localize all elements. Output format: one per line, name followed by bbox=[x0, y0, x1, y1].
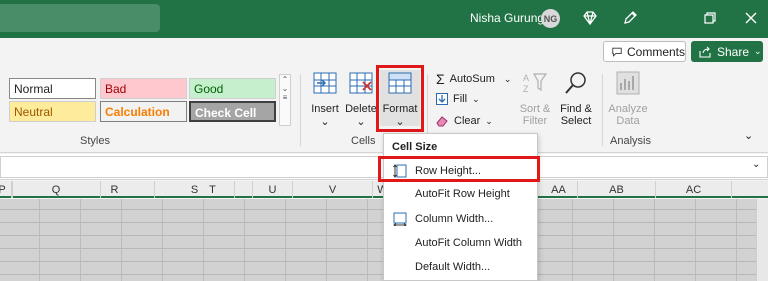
column-header[interactable]: T bbox=[173, 181, 253, 198]
insert-label: Insert bbox=[311, 103, 339, 115]
fill-label: Fill bbox=[453, 93, 468, 105]
fill-down-icon bbox=[436, 93, 448, 105]
menu-item-label: Default Width... bbox=[415, 261, 491, 273]
style-normal[interactable]: Normal bbox=[9, 78, 96, 99]
separator bbox=[300, 74, 301, 146]
pen-icon[interactable] bbox=[621, 9, 639, 27]
autosum-button[interactable]: Σ AutoSum ⌄ bbox=[436, 71, 511, 87]
column-header[interactable]: AB bbox=[578, 181, 656, 198]
diamond-icon[interactable] bbox=[581, 9, 599, 27]
style-calculation[interactable]: Calculation bbox=[100, 101, 187, 122]
sigma-icon: Σ bbox=[436, 71, 445, 87]
menu-section-header: Cell Size bbox=[392, 141, 438, 153]
title-bar: Nisha Gurung NG bbox=[0, 0, 768, 38]
column-header[interactable]: V bbox=[293, 181, 373, 198]
analyze-data-button[interactable]: Analyze Data bbox=[608, 70, 648, 127]
worksheet-grid[interactable] bbox=[0, 199, 756, 281]
chevron-down-icon[interactable]: ⌄ bbox=[754, 46, 762, 57]
column-header[interactable]: R bbox=[75, 181, 155, 198]
fill-button[interactable]: Fill ⌄ bbox=[436, 93, 480, 105]
chevron-down-icon: ⌄ bbox=[503, 73, 512, 84]
search-box[interactable] bbox=[0, 4, 160, 32]
menu-item-column-width[interactable]: Column Width... bbox=[385, 208, 537, 230]
delete-icon bbox=[349, 72, 373, 94]
svg-text:Z: Z bbox=[523, 84, 529, 94]
share-label: Share bbox=[717, 44, 750, 59]
comments-label: Comments bbox=[626, 44, 685, 59]
find-select-label-2: Select bbox=[560, 115, 592, 127]
style-bad[interactable]: Bad bbox=[100, 78, 187, 99]
comments-button[interactable]: Comments bbox=[603, 41, 686, 62]
menu-item-autofit-row-height[interactable]: AutoFit Row Height bbox=[385, 183, 537, 205]
autosum-label: AutoSum bbox=[449, 73, 495, 85]
avatar[interactable]: NG bbox=[541, 9, 560, 28]
format-button-highlight bbox=[376, 65, 424, 132]
row-height-highlight bbox=[378, 156, 540, 182]
collapse-ribbon-icon[interactable]: ⌄ bbox=[744, 129, 753, 142]
chevron-down-icon: ⌄ bbox=[320, 116, 330, 128]
sort-filter-icon: AZ bbox=[523, 73, 548, 94]
separator bbox=[602, 74, 603, 146]
menu-item-label: AutoFit Row Height bbox=[415, 188, 510, 200]
style-check-cell[interactable]: Check Cell bbox=[189, 101, 276, 122]
insert-icon bbox=[313, 72, 337, 94]
column-header[interactable]: AA bbox=[540, 181, 578, 198]
user-name: Nisha Gurung bbox=[470, 11, 545, 25]
clear-button[interactable]: Clear ⌄ bbox=[436, 115, 493, 127]
sort-filter-label-1: Sort & bbox=[519, 103, 551, 115]
column-header[interactable]: U bbox=[253, 181, 293, 198]
sort-filter-label-2: Filter bbox=[522, 115, 548, 127]
svg-text:A: A bbox=[523, 73, 529, 83]
analyze-label-2: Data bbox=[616, 115, 640, 127]
style-good[interactable]: Good bbox=[189, 78, 276, 99]
styles-gallery-scroll[interactable]: ⌃ ⌄ ≡ bbox=[279, 74, 291, 126]
find-select-button[interactable]: Find & Select bbox=[555, 70, 597, 127]
menu-item-label: Column Width... bbox=[415, 213, 494, 225]
share-button[interactable]: Share ⌄ bbox=[691, 41, 763, 62]
share-icon bbox=[699, 46, 711, 58]
more-icon[interactable]: ≡ bbox=[280, 93, 290, 102]
menu-item-default-width[interactable]: Default Width... bbox=[385, 256, 537, 278]
find-select-label-1: Find & bbox=[560, 103, 592, 115]
menu-item-autofit-column-width[interactable]: AutoFit Column Width bbox=[385, 232, 537, 254]
chevron-down-icon[interactable]: ⌄ bbox=[280, 84, 290, 93]
vertical-scrollbar[interactable] bbox=[756, 199, 768, 281]
column-header[interactable]: AC bbox=[656, 181, 732, 198]
chevron-down-icon: ⌄ bbox=[356, 116, 366, 128]
delete-button[interactable]: Delete ⌄ bbox=[344, 70, 378, 128]
sort-filter-button[interactable]: AZ Sort & Filter bbox=[515, 70, 555, 127]
analysis-group-label: Analysis bbox=[610, 135, 651, 147]
eraser-icon bbox=[436, 116, 448, 127]
delete-label: Delete bbox=[345, 103, 377, 115]
column-width-icon bbox=[393, 212, 407, 226]
chevron-down-icon: ⌄ bbox=[485, 115, 493, 126]
comment-icon bbox=[612, 47, 622, 57]
cells-group-label: Cells bbox=[351, 135, 376, 147]
restore-icon[interactable] bbox=[701, 9, 719, 27]
chevron-down-icon: ⌄ bbox=[472, 93, 480, 104]
search-icon bbox=[565, 72, 586, 94]
styles-group-label: Styles bbox=[80, 135, 110, 147]
expand-formula-bar-icon[interactable]: ⌄ bbox=[752, 159, 760, 170]
chevron-up-icon[interactable]: ⌃ bbox=[280, 75, 290, 84]
analyze-label-1: Analyze bbox=[608, 103, 648, 115]
insert-button[interactable]: Insert ⌄ bbox=[308, 70, 342, 128]
style-neutral[interactable]: Neutral bbox=[9, 101, 96, 122]
column-header[interactable]: P bbox=[0, 181, 12, 198]
menu-item-label: AutoFit Column Width bbox=[415, 237, 522, 249]
clear-label: Clear bbox=[454, 115, 481, 127]
analyze-data-icon bbox=[616, 71, 640, 95]
spacer bbox=[12, 181, 13, 198]
close-icon[interactable] bbox=[742, 9, 760, 27]
